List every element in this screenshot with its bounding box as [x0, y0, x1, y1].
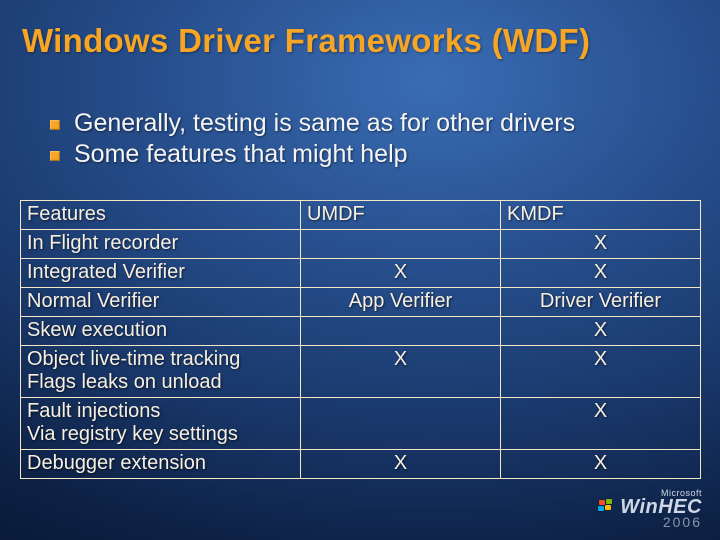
cell-kmdf: X: [501, 230, 701, 259]
table-row: Fault injections Via registry key settin…: [21, 398, 701, 450]
table-row: Object live-time tracking Flags leaks on…: [21, 346, 701, 398]
cell-umdf: X: [301, 450, 501, 479]
cell-feature: Debugger extension: [21, 450, 301, 479]
cell-feature-sub: Via registry key settings: [27, 423, 294, 446]
cell-feature-sub: Flags leaks on unload: [27, 371, 294, 394]
square-bullet-icon: [50, 120, 60, 130]
bullet-list: Generally, testing is same as for other …: [50, 109, 690, 171]
cell-feature: Integrated Verifier: [21, 259, 301, 288]
cell-kmdf: X: [501, 450, 701, 479]
cell-kmdf: X: [501, 398, 701, 450]
cell-umdf: [301, 317, 501, 346]
cell-kmdf: X: [501, 317, 701, 346]
cell-kmdf: X: [501, 259, 701, 288]
table-header-row: Features UMDF KMDF: [21, 201, 701, 230]
table-row: Integrated Verifier X X: [21, 259, 701, 288]
feature-table: Features UMDF KMDF In Flight recorder X …: [20, 200, 701, 479]
cell-umdf: App Verifier: [301, 288, 501, 317]
table-row: In Flight recorder X: [21, 230, 701, 259]
cell-feature: Normal Verifier: [21, 288, 301, 317]
square-bullet-icon: [50, 151, 60, 161]
cell-feature: In Flight recorder: [21, 230, 301, 259]
cell-feature: Fault injections Via registry key settin…: [21, 398, 301, 450]
header-features: Features: [21, 201, 301, 230]
cell-umdf: X: [301, 346, 501, 398]
table-row: Normal Verifier App Verifier Driver Veri…: [21, 288, 701, 317]
logo-row: Microsoft WinHEC: [598, 488, 702, 516]
cell-feature-main: Object live-time tracking: [27, 348, 294, 371]
cell-feature-main: Fault injections: [27, 400, 294, 423]
cell-kmdf: X: [501, 346, 701, 398]
cell-kmdf: Driver Verifier: [501, 288, 701, 317]
cell-feature: Object live-time tracking Flags leaks on…: [21, 346, 301, 398]
cell-umdf: [301, 398, 501, 450]
logo-text: Microsoft WinHEC: [620, 488, 702, 516]
table-row: Skew execution X: [21, 317, 701, 346]
header-umdf: UMDF: [301, 201, 501, 230]
bullet-text: Generally, testing is same as for other …: [74, 109, 575, 138]
bullet-item: Generally, testing is same as for other …: [50, 109, 690, 138]
footer-logo: Microsoft WinHEC 2006: [598, 488, 702, 530]
table-row: Debugger extension X X: [21, 450, 701, 479]
slide: Windows Driver Frameworks (WDF) Generall…: [0, 0, 720, 540]
slide-title: Windows Driver Frameworks (WDF): [22, 22, 590, 60]
bullet-text: Some features that might help: [74, 140, 408, 169]
windows-flag-icon: [598, 499, 614, 513]
header-kmdf: KMDF: [501, 201, 701, 230]
bullet-item: Some features that might help: [50, 140, 690, 169]
cell-umdf: X: [301, 259, 501, 288]
cell-feature: Skew execution: [21, 317, 301, 346]
cell-umdf: [301, 230, 501, 259]
